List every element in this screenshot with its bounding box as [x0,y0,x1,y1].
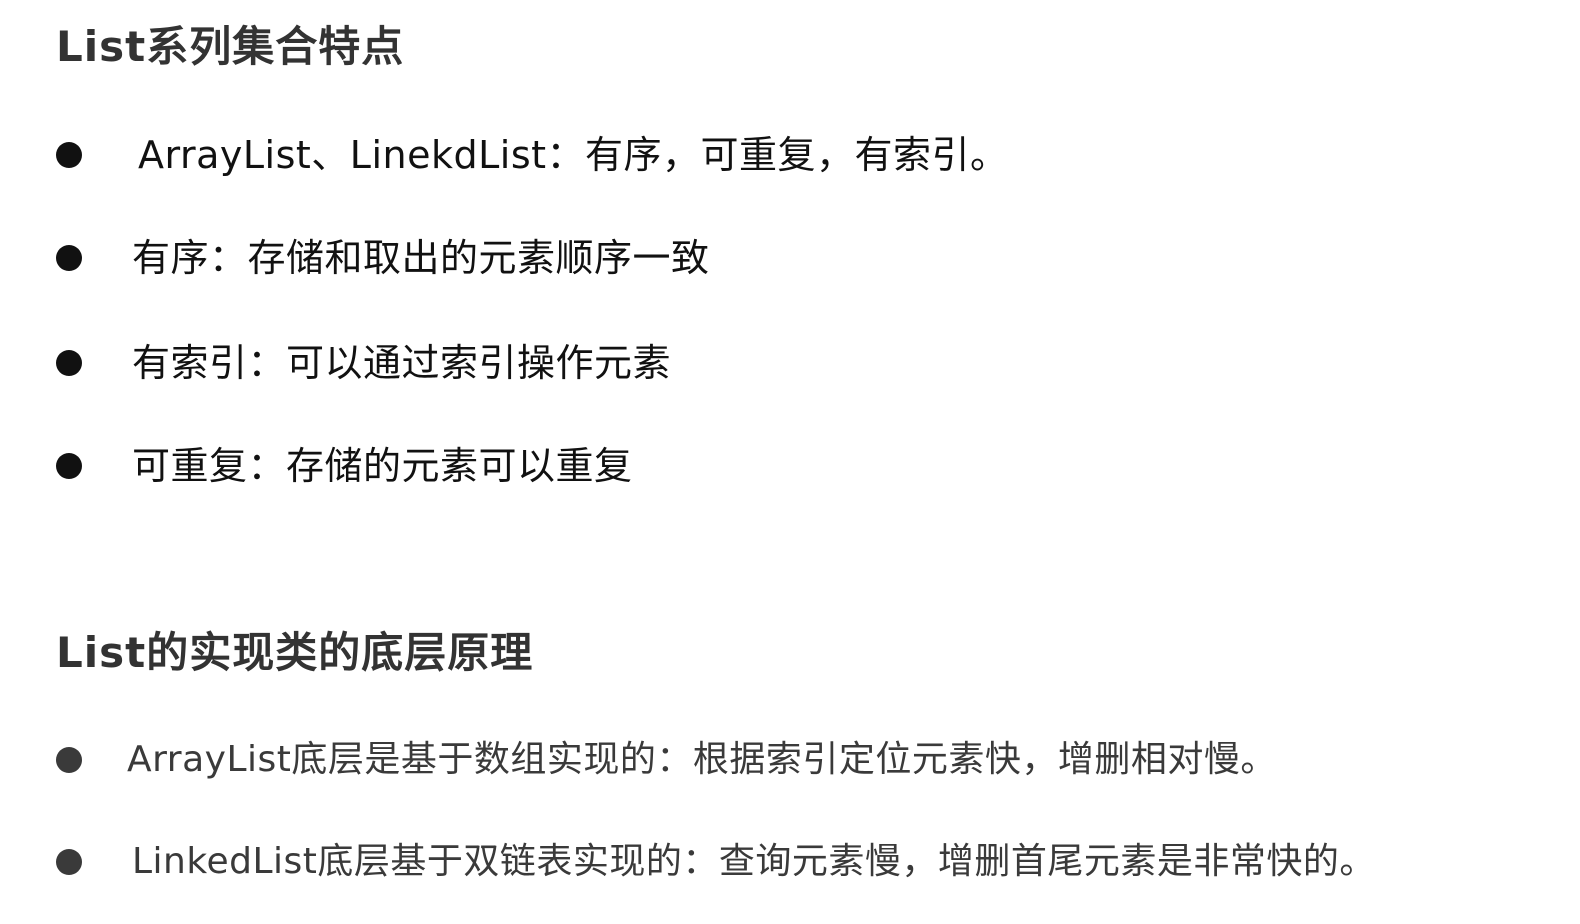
list-item-text: 有索引：可以通过索引操作元素 [132,341,672,385]
section-title-implementation: List的实现类的底层原理 [56,628,534,677]
list-item: 有索引：可以通过索引操作元素 [56,338,671,388]
list-item-text: 可重复：存储的元素可以重复 [132,444,633,488]
bullet-icon [56,142,82,168]
bullet-icon [56,453,82,479]
bullet-icon [56,350,82,376]
list-item: 可重复：存储的元素可以重复 [56,441,633,491]
list-item: ArrayList、LinekdList：有序，可重复，有索引。 [56,130,1009,180]
bullet-icon [56,747,82,773]
list-item: 有序：存储和取出的元素顺序一致 [56,233,710,283]
list-item-text: LinkedList底层基于双链表实现的：查询元素慢，增删首尾元素是非常快的。 [132,841,1376,882]
list-item-text: ArrayList底层是基于数组实现的：根据索引定位元素快，增删相对慢。 [127,739,1277,780]
section-title-list-features: List系列集合特点 [56,22,405,71]
list-item-text: 有序：存储和取出的元素顺序一致 [132,236,710,280]
list-item-text: ArrayList、LinekdList：有序，可重复，有索引。 [138,133,1009,177]
list-item: ArrayList底层是基于数组实现的：根据索引定位元素快，增删相对慢。 [56,735,1277,785]
bullet-icon [56,849,82,875]
list-item: LinkedList底层基于双链表实现的：查询元素慢，增删首尾元素是非常快的。 [56,837,1376,887]
bullet-icon [56,245,82,271]
